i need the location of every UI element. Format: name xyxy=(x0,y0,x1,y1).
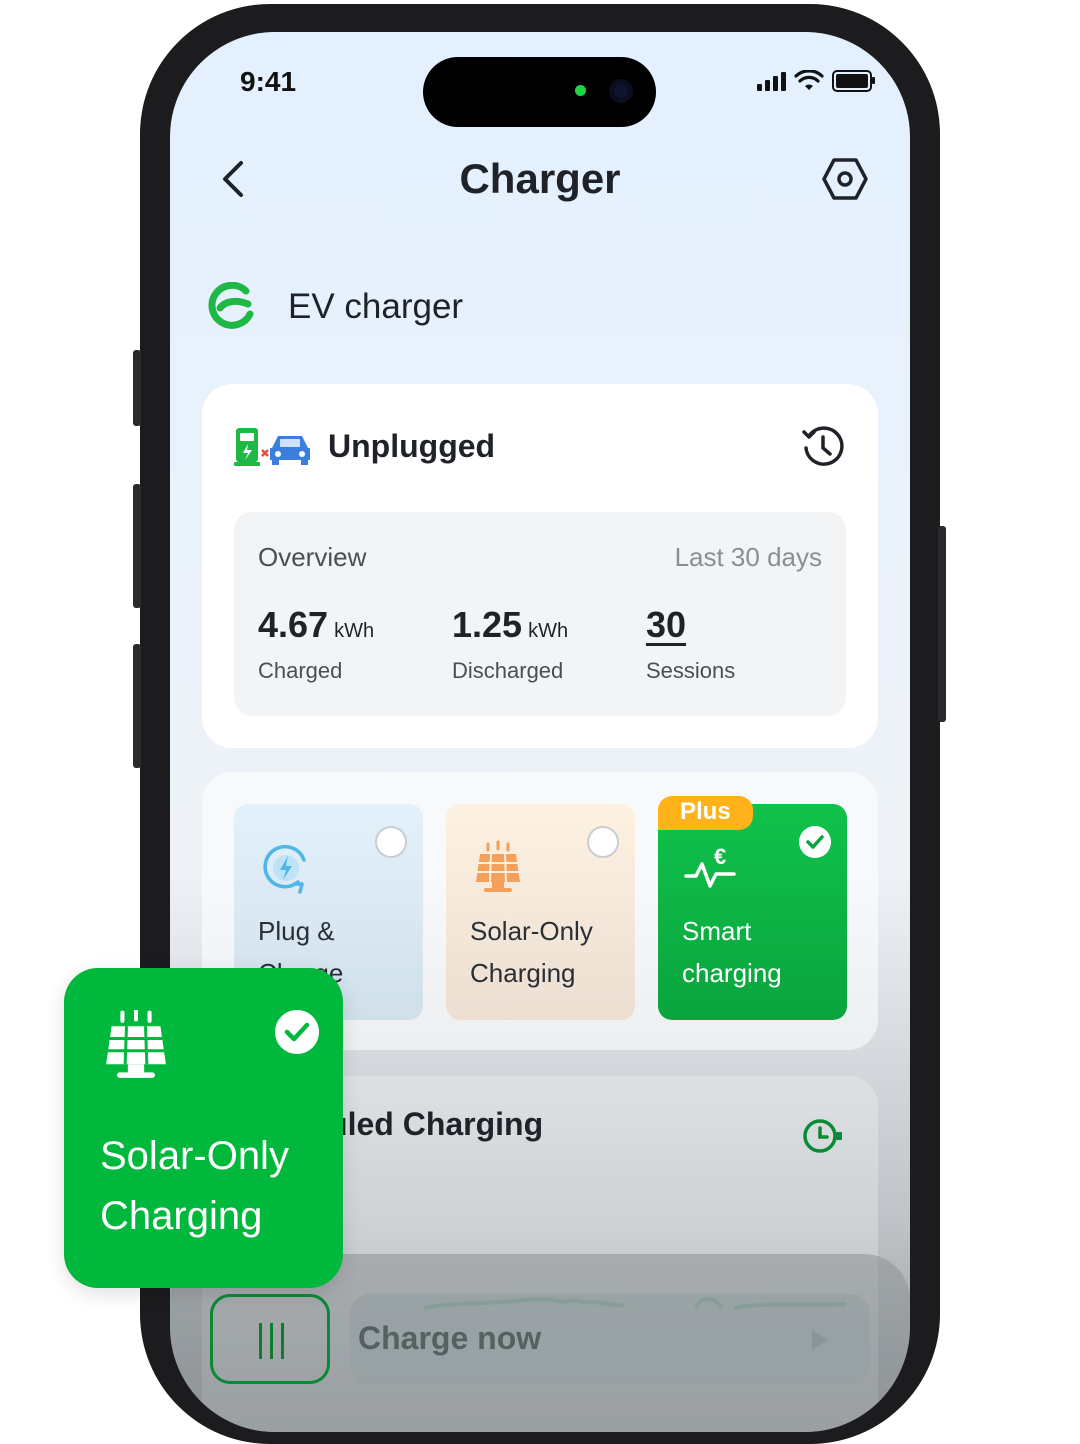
brand-logo-icon xyxy=(208,282,254,329)
status-icons xyxy=(757,70,875,92)
plug-charge-icon xyxy=(263,844,306,894)
stat-discharged: 1.25 kWh Discharged xyxy=(452,604,568,684)
page-title: Charger xyxy=(459,155,621,202)
phone-side-button xyxy=(938,526,946,722)
selected-check-icon xyxy=(275,1010,319,1054)
stat-label: Discharged xyxy=(452,658,564,683)
stat-value: 4.67 xyxy=(258,604,329,645)
charge-now-label: Charge now xyxy=(358,1320,542,1356)
stat-label: Sessions xyxy=(646,658,736,683)
settings-hexagon-icon[interactable] xyxy=(820,154,870,204)
charger-status-card: Unplugged Overview Last 30 days 4.67 kWh … xyxy=(202,384,878,748)
phone-side-button xyxy=(133,644,141,768)
mode-smart-charging[interactable]: Plus € Smart charging xyxy=(658,796,847,1020)
wifi-icon xyxy=(794,70,824,90)
connection-status-label: Unplugged xyxy=(328,427,496,464)
mode-radio[interactable] xyxy=(375,826,407,858)
mode-label: Smart charging xyxy=(682,916,782,988)
overview-panel: Overview Last 30 days 4.67 kWh Charged 1.… xyxy=(234,512,846,716)
stat-sessions[interactable]: 30 Sessions xyxy=(646,604,735,684)
pause-button[interactable] xyxy=(210,1294,330,1384)
dynamic-island xyxy=(423,57,656,127)
front-camera-icon xyxy=(609,79,633,103)
history-icon[interactable] xyxy=(800,424,846,470)
connection-status: Unplugged xyxy=(234,424,495,468)
overview-title: Overview xyxy=(258,542,367,572)
euro-pulse-icon: € xyxy=(684,844,736,888)
charger-car-unplugged-icon xyxy=(234,428,310,466)
selected-check-icon xyxy=(799,826,831,858)
stat-value: 1.25 xyxy=(452,604,523,645)
camera-indicator-icon xyxy=(575,85,586,96)
device-header: EV charger xyxy=(208,282,463,332)
solar-only-highlight-card[interactable]: Solar-Only Charging xyxy=(64,968,343,1288)
cellular-signal-icon xyxy=(757,71,786,91)
play-icon xyxy=(812,1330,828,1350)
status-time: 9:41 xyxy=(240,66,297,97)
stat-charged: 4.67 kWh Charged xyxy=(258,604,374,684)
stat-value[interactable]: 30 xyxy=(646,604,686,645)
solar-panel-icon xyxy=(476,840,520,892)
overview-range[interactable]: Last 30 days xyxy=(675,542,822,573)
stat-unit: kWh xyxy=(334,620,375,642)
highlight-label: Solar-Only Charging xyxy=(100,1134,289,1238)
schedule-timer-icon[interactable] xyxy=(800,1116,844,1156)
device-title: EV charger xyxy=(288,287,464,326)
pause-icon xyxy=(259,1323,284,1359)
phone-side-button xyxy=(133,484,141,608)
phone-side-button xyxy=(133,350,141,426)
mode-solar-only[interactable]: Solar-Only Charging xyxy=(446,804,635,1020)
mode-radio[interactable] xyxy=(587,826,619,858)
mode-label: Solar-Only Charging xyxy=(470,916,593,988)
plus-badge: Plus xyxy=(658,796,753,830)
stat-unit: kWh xyxy=(528,620,569,642)
svg-text:€: € xyxy=(714,844,726,869)
stat-label: Charged xyxy=(258,658,343,683)
charge-now-button[interactable]: Charge now xyxy=(350,1294,870,1384)
battery-icon xyxy=(832,70,875,92)
solar-panel-icon xyxy=(106,1010,166,1078)
